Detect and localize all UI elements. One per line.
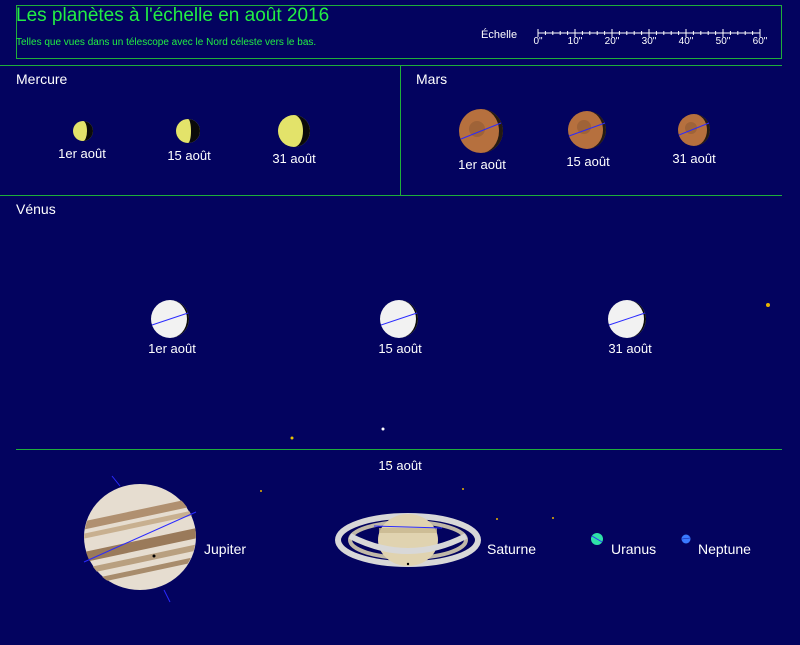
- uranus-label: Uranus: [611, 541, 657, 557]
- jupiter-label: Jupiter: [204, 541, 247, 557]
- jupiter-disc: [75, 475, 206, 603]
- neptune-disc: [681, 534, 691, 544]
- uranus-disc: [591, 533, 603, 545]
- outer-planets-date: 15 août: [378, 458, 422, 473]
- saturn-label: Saturne: [487, 541, 537, 557]
- saturn-disc: [335, 513, 481, 567]
- neptune-label: Neptune: [698, 541, 751, 557]
